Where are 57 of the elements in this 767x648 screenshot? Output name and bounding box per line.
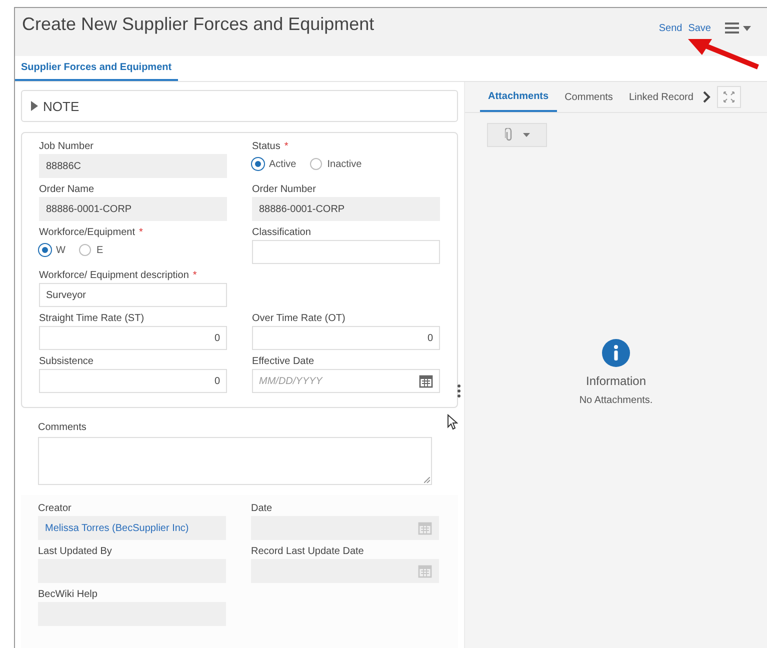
field-label: Workforce/ Equipment description [39, 270, 189, 281]
creator-link[interactable]: Melissa Torres (BecSupplier Inc) [45, 522, 189, 534]
number-field[interactable]: 0 [39, 369, 227, 393]
action-link[interactable]: Send [658, 22, 682, 34]
field-label: Date [251, 503, 272, 514]
field-label: Straight Time Rate (ST) [39, 313, 144, 324]
field-label: BecWiki Help [38, 589, 98, 600]
tab[interactable]: Attachments [480, 82, 557, 112]
field-label: Subsistence [39, 356, 94, 367]
date-field[interactable] [251, 516, 439, 540]
required-mark: * [284, 141, 288, 152]
paperclip-icon [504, 128, 512, 142]
field-label: Record Last Update Date [251, 546, 364, 557]
field-label: Order Name [39, 184, 94, 195]
section-title: NOTE [43, 98, 80, 114]
caret-icon [743, 26, 751, 30]
text-field[interactable]: Surveyor [39, 283, 227, 307]
action-link[interactable]: Save [688, 22, 711, 34]
resize-grip-icon[interactable] [424, 477, 430, 483]
window-title: Create New Supplier Forces and Equipment [22, 14, 376, 35]
calendar-icon[interactable] [419, 374, 433, 388]
date-field[interactable] [251, 559, 439, 583]
empty-message: No Attachments. [579, 395, 653, 406]
field-label: Effective Date [252, 356, 314, 367]
field-label: Comments [38, 422, 88, 435]
expand-button[interactable] [717, 86, 742, 108]
field-label: Status [252, 141, 280, 152]
field-label: Classification [252, 227, 311, 238]
note-section[interactable]: NOTE [21, 90, 458, 122]
required-mark: * [138, 227, 143, 238]
field-label: Workforce/Equipment [39, 227, 135, 238]
empty-title: Information [586, 374, 646, 388]
field-label: Job Number [39, 141, 94, 152]
radio-option[interactable]: Inactive [310, 158, 362, 170]
menu-icon [725, 22, 739, 34]
field-label: Order Number [252, 184, 316, 195]
required-mark: * [192, 270, 197, 281]
number-field[interactable]: 0 [39, 326, 227, 350]
tab[interactable]: Supplier Forces and Equipment [15, 56, 178, 81]
comments-field[interactable] [38, 437, 432, 485]
radio-option[interactable]: W [39, 244, 66, 256]
mouse-cursor-icon [447, 414, 458, 430]
caret-icon [522, 133, 530, 137]
radio-option[interactable]: Active [252, 158, 296, 170]
number-field[interactable]: 0 [252, 326, 440, 350]
field-label: Over Time Rate (OT) [252, 313, 346, 324]
field-label: Creator [38, 503, 72, 514]
text-field[interactable] [252, 240, 440, 264]
attach-button[interactable] [487, 123, 547, 147]
expand-icon [723, 91, 736, 103]
tab[interactable]: Comments [556, 82, 621, 112]
field-label: Last Updated By [38, 546, 112, 557]
chevron-right-icon[interactable] [703, 91, 712, 103]
menu-button[interactable] [725, 22, 751, 34]
info-icon [602, 339, 630, 367]
tab[interactable]: Linked Record [620, 82, 702, 112]
drag-handle-icon[interactable] [457, 384, 461, 398]
